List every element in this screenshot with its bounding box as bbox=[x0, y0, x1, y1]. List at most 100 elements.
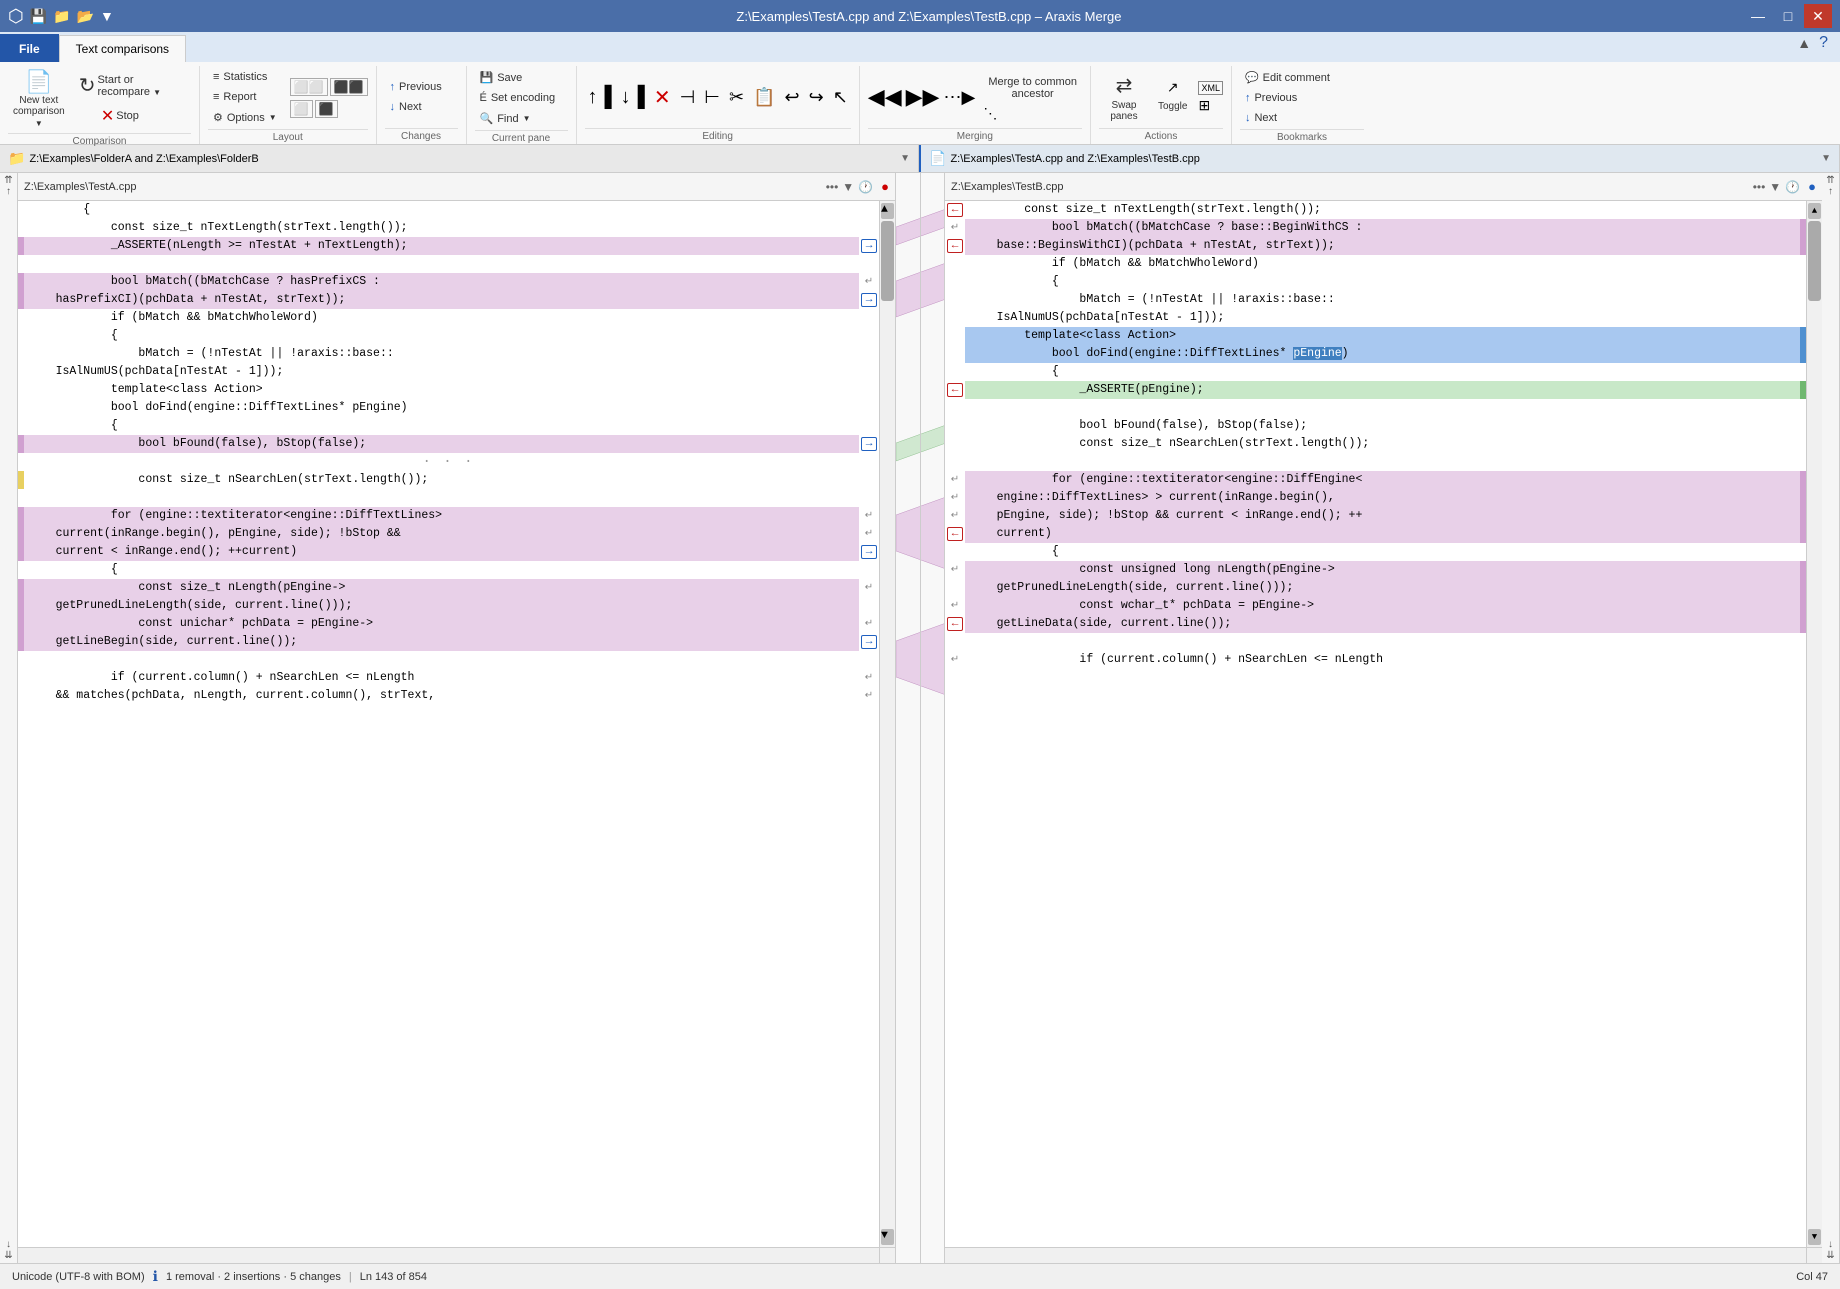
pane-expand-icon[interactable]: ▼ bbox=[842, 180, 854, 194]
editing-icon5[interactable]: ⊢ bbox=[701, 84, 723, 111]
merge-left-button[interactable]: ← bbox=[947, 383, 963, 397]
maximize-button[interactable]: □ bbox=[1774, 4, 1802, 28]
table-row: hasPrefixCI)(pchData + nTestAt, strText)… bbox=[18, 291, 879, 309]
info-icon[interactable]: ℹ bbox=[153, 1268, 158, 1285]
editing-icon3[interactable]: ✕ bbox=[651, 82, 674, 113]
actions-icon2[interactable]: ⊞ bbox=[1198, 97, 1223, 114]
pane-history-icon[interactable]: 🕐 bbox=[858, 180, 873, 194]
merge-left-icon[interactable]: ◀◀ bbox=[868, 84, 902, 110]
actions-icon1[interactable]: ↗ bbox=[1167, 79, 1179, 96]
editing-icon7[interactable]: 📋 bbox=[750, 84, 778, 111]
breadcrumb-file[interactable]: 📄 Z:\Examples\TestA.cpp and Z:\Examples\… bbox=[919, 145, 1840, 172]
breadcrumb-file-dropdown-icon[interactable]: ▼ bbox=[1821, 153, 1831, 164]
breadcrumb-folder[interactable]: 📁 Z:\Examples\FolderA and Z:\Examples\Fo… bbox=[0, 145, 919, 172]
layout-icon2[interactable]: ⬛⬛ bbox=[330, 78, 368, 96]
right-scrollbar-thumb[interactable] bbox=[1808, 221, 1821, 301]
edit-comment-button[interactable]: 💬 Edit comment bbox=[1240, 68, 1335, 87]
editing-icon6[interactable]: ✂ bbox=[726, 84, 747, 111]
find-button[interactable]: 🔍 Find ▼ bbox=[475, 109, 561, 128]
down-arrow-icon: ↓ bbox=[390, 101, 396, 113]
editing-icon1[interactable]: ↑▐ bbox=[585, 83, 615, 112]
merge-common-ancestor-button[interactable]: Merge to commonancestor bbox=[983, 73, 1082, 103]
left-scrollbar-down-btn[interactable]: ▼ bbox=[881, 1229, 894, 1245]
tab-text-comparisons[interactable]: Text comparisons bbox=[59, 35, 186, 63]
table-row: const unichar* pchData = pEngine-> ↵ bbox=[18, 615, 879, 633]
merge-icon1[interactable]: ⋱ bbox=[983, 105, 997, 122]
editing-icon2[interactable]: ↓▐ bbox=[618, 83, 648, 112]
right-pane-menu-icon[interactable]: ••• bbox=[1753, 180, 1766, 194]
merge-options-icon[interactable]: ⋯▶ bbox=[943, 87, 975, 108]
titlebar-icon3[interactable]: 📂 bbox=[77, 8, 94, 25]
save-button[interactable]: 💾 Save bbox=[475, 68, 561, 87]
right-vscrollbar[interactable]: ▲ ▼ bbox=[1806, 201, 1822, 1247]
previous-change-button[interactable]: ↑ Previous bbox=[385, 78, 447, 96]
right-scrollbar-down-btn[interactable]: ▼ bbox=[1808, 1229, 1821, 1245]
left-scrollbar-up-btn[interactable]: ▲ bbox=[881, 203, 894, 219]
right-scroll-last-icon[interactable]: ⇊ bbox=[1826, 1250, 1834, 1261]
toggle-button[interactable]: Toggle bbox=[1153, 98, 1192, 115]
left-code-area[interactable]: { const size_t nTextLength(strText.lengt… bbox=[18, 201, 895, 1263]
merge-btn-placeholder bbox=[859, 597, 879, 615]
close-button[interactable]: ✕ bbox=[1804, 4, 1832, 28]
table-row: ← current) bbox=[945, 525, 1806, 543]
merge-right-icon[interactable]: ▶▶ bbox=[906, 84, 940, 110]
right-scroll-next-icon[interactable]: ↓ bbox=[1828, 1239, 1833, 1250]
editing-icon9[interactable]: ↪ bbox=[806, 84, 827, 111]
titlebar-icon2[interactable]: 📁 bbox=[53, 8, 70, 25]
merge-right-button[interactable]: → bbox=[861, 635, 877, 649]
scroll-prev-change-icon[interactable]: ↑ bbox=[6, 186, 11, 197]
pane-menu-icon[interactable]: ••• bbox=[826, 180, 839, 194]
right-scroll-first-icon[interactable]: ⇈ bbox=[1826, 175, 1834, 186]
left-hscrollbar[interactable] bbox=[18, 1247, 879, 1263]
scroll-first-icon[interactable]: ⇈ bbox=[4, 175, 12, 186]
report-button[interactable]: ≡ Report bbox=[208, 88, 282, 106]
help-icon[interactable]: ? bbox=[1819, 34, 1828, 52]
next-change-button[interactable]: ↓ Next bbox=[385, 98, 447, 116]
statistics-button[interactable]: ≡ Statistics bbox=[208, 68, 282, 86]
bookmark-previous-button[interactable]: ↑ Previous bbox=[1240, 89, 1335, 107]
merge-right-button[interactable]: → bbox=[861, 293, 877, 307]
merge-placeholder bbox=[945, 309, 965, 327]
merge-left-button[interactable]: ← bbox=[947, 239, 963, 253]
layout-icon4[interactable]: ⬛ bbox=[315, 100, 338, 118]
merge-btn-placeholder bbox=[859, 327, 879, 345]
pane-close-icon[interactable]: ● bbox=[881, 179, 889, 194]
bookmark-next-button[interactable]: ↓ Next bbox=[1240, 109, 1335, 127]
start-recompare-button[interactable]: ↻ Start orrecompare ▼ bbox=[74, 70, 166, 101]
new-text-comparison-button[interactable]: 📄 New textcomparison ▼ bbox=[8, 68, 70, 131]
tab-file[interactable]: File bbox=[0, 34, 59, 62]
editing-icon4[interactable]: ⊣ bbox=[677, 84, 699, 111]
wrap-icon: ↵ bbox=[865, 528, 873, 540]
titlebar-icon4[interactable]: ▼ bbox=[100, 8, 114, 24]
breadcrumb-dropdown-icon[interactable]: ▼ bbox=[900, 153, 910, 164]
editing-icon8[interactable]: ↩ bbox=[782, 84, 803, 111]
merge-right-button[interactable]: → bbox=[861, 437, 877, 451]
layout-icon1[interactable]: ⬜⬜ bbox=[290, 78, 328, 96]
merge-left-button[interactable]: ← bbox=[947, 527, 963, 541]
layout-icon3[interactable]: ⬜ bbox=[290, 100, 313, 118]
titlebar-icon1[interactable]: 💾 bbox=[30, 8, 47, 25]
left-vscrollbar[interactable]: ▲ ▼ bbox=[879, 201, 895, 1247]
right-pane-expand-icon[interactable]: ▼ bbox=[1769, 180, 1781, 194]
minimize-button[interactable]: — bbox=[1744, 4, 1772, 28]
swap-panes-button[interactable]: ⇄ Swappanes bbox=[1099, 70, 1149, 125]
right-pane-header: Z:\Examples\TestB.cpp ••• ▼ 🕐 ● bbox=[945, 173, 1822, 201]
collapse-ribbon-icon[interactable]: ▲ bbox=[1797, 35, 1811, 51]
right-pane-history-icon[interactable]: 🕐 bbox=[1785, 180, 1800, 194]
editing-icon10[interactable]: ↖ bbox=[830, 84, 851, 111]
merge-right-button[interactable]: → bbox=[861, 545, 877, 559]
right-code-area[interactable]: ← const size_t nTextLength(strText.lengt… bbox=[945, 201, 1822, 1263]
merge-left-button[interactable]: ← bbox=[947, 203, 963, 217]
right-scroll-prev-icon[interactable]: ↑ bbox=[1828, 186, 1833, 197]
scroll-last-icon[interactable]: ⇊ bbox=[4, 1250, 12, 1261]
right-scrollbar-up-btn[interactable]: ▲ bbox=[1808, 203, 1821, 219]
code-line: if (current.column() + nSearchLen <= nLe… bbox=[24, 669, 859, 687]
right-hscrollbar[interactable] bbox=[945, 1247, 1806, 1263]
set-encoding-button[interactable]: É Set encoding bbox=[475, 89, 561, 107]
merge-right-button[interactable]: → bbox=[861, 239, 877, 253]
scroll-next-change-icon[interactable]: ↓ bbox=[6, 1239, 11, 1250]
merge-left-button[interactable]: ← bbox=[947, 617, 963, 631]
left-scrollbar-thumb[interactable] bbox=[881, 221, 894, 301]
stop-button[interactable]: ✕ Stop bbox=[74, 103, 166, 129]
options-button[interactable]: ⚙ Options ▼ bbox=[208, 108, 282, 127]
